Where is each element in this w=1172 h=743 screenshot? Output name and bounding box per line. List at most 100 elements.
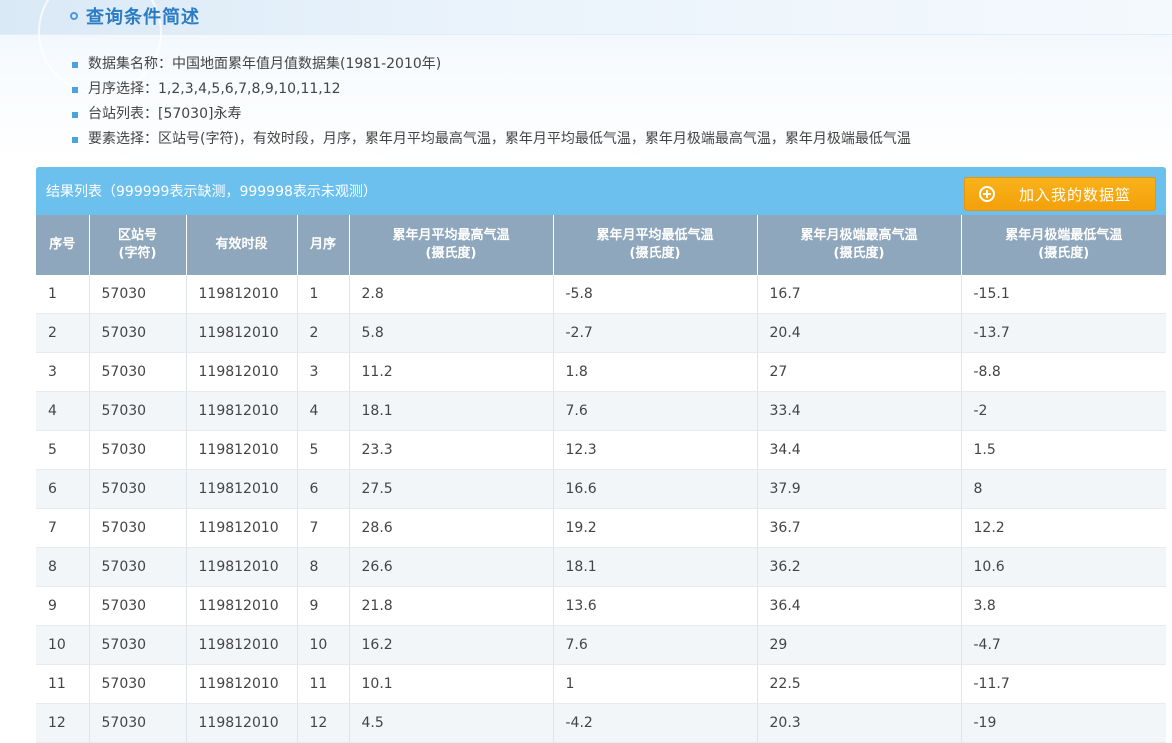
criteria-item-elements: 要素选择：区站号(字符)，有效时段，月序，累年月平均最高气温，累年月平均最低气温… <box>72 127 911 152</box>
table-cell: -8.8 <box>961 352 1166 392</box>
table-cell: 12.3 <box>553 430 758 470</box>
table-cell: 12 <box>297 703 350 743</box>
table-cell: 16.2 <box>349 625 554 665</box>
table-cell: 23.3 <box>349 430 554 470</box>
table-cell: 57030 <box>89 508 187 548</box>
table-cell: 119812010 <box>186 275 298 314</box>
table-cell: 10 <box>36 625 90 665</box>
table-cell: 10.6 <box>961 547 1166 587</box>
table-cell: 2 <box>297 313 350 353</box>
column-header-extreme-max-temp[interactable]: 累年月极端最高气温 (摄氏度) <box>757 215 962 275</box>
table-cell: 119812010 <box>186 313 298 353</box>
table-cell: 119812010 <box>186 547 298 587</box>
table-cell: 2 <box>36 313 90 353</box>
table-row: 2 57030 119812010 2 5.8 -2.7 20.4 -13.7 <box>36 313 1166 353</box>
table-cell: 7 <box>297 508 350 548</box>
result-title: 结果列表（999999表示缺测，999998表示未观测） <box>46 184 377 200</box>
table-row: 4 57030 119812010 4 18.1 7.6 33.4 -2 <box>36 391 1166 431</box>
table-cell: 10 <box>297 625 350 665</box>
table-cell: 21.8 <box>349 586 554 626</box>
table-cell: -11.7 <box>961 664 1166 704</box>
column-header-period[interactable]: 有效时段 <box>186 215 298 275</box>
table-cell: 2.8 <box>349 275 554 314</box>
table-cell: 57030 <box>89 275 187 314</box>
table-cell: 20.3 <box>757 703 962 743</box>
table-cell: 8 <box>961 469 1166 509</box>
table-cell: 22.5 <box>757 664 962 704</box>
table-cell: 8 <box>297 547 350 587</box>
column-header-extreme-min-temp[interactable]: 累年月极端最低气温 (摄氏度) <box>961 215 1166 275</box>
table-cell: 57030 <box>89 469 187 509</box>
square-bullet-icon <box>72 111 78 118</box>
table-cell: 1 <box>553 664 758 704</box>
table-cell: 3.8 <box>961 586 1166 626</box>
table-row: 11 57030 119812010 11 10.1 1 22.5 -11.7 <box>36 664 1166 704</box>
table-row: 5 57030 119812010 5 23.3 12.3 34.4 1.5 <box>36 430 1166 470</box>
table-cell: 57030 <box>89 586 187 626</box>
result-panel: 结果列表（999999表示缺测，999998表示未观测） 加入我的数据篮 序号 … <box>36 167 1166 743</box>
table-header-row: 序号 区站号 (字符) 有效时段 月序 累年月平均最高气温 (摄氏度) 累年月平均最… <box>36 215 1166 275</box>
table-row: 1 57030 119812010 1 2.8 -5.8 16.7 -15.1 <box>36 275 1166 314</box>
table-cell: 11 <box>36 664 90 704</box>
table-cell: 119812010 <box>186 508 298 548</box>
table-cell: 119812010 <box>186 430 298 470</box>
column-header-station[interactable]: 区站号 (字符) <box>89 215 187 275</box>
table-cell: 6 <box>297 469 350 509</box>
table-cell: 34.4 <box>757 430 962 470</box>
table-cell: 18.1 <box>349 391 554 431</box>
table-row: 6 57030 119812010 6 27.5 16.6 37.9 8 <box>36 469 1166 509</box>
table-row: 12 57030 119812010 12 4.5 -4.2 20.3 -19 <box>36 703 1166 743</box>
result-table: 序号 区站号 (字符) 有效时段 月序 累年月平均最高气温 (摄氏度) 累年月平均最… <box>36 215 1166 743</box>
table-row: 8 57030 119812010 8 26.6 18.1 36.2 10.6 <box>36 547 1166 587</box>
table-cell: 28.6 <box>349 508 554 548</box>
table-cell: 5.8 <box>349 313 554 353</box>
table-cell: 18.1 <box>553 547 758 587</box>
table-cell: 119812010 <box>186 586 298 626</box>
criteria-text: 数据集名称：中国地面累年值月值数据集(1981-2010年) <box>88 56 442 72</box>
query-summary-heading: 查询条件简述 <box>70 3 200 29</box>
criteria-item-dataset: 数据集名称：中国地面累年值月值数据集(1981-2010年) <box>72 52 911 77</box>
table-cell: -19 <box>961 703 1166 743</box>
table-cell: 20.4 <box>757 313 962 353</box>
table-cell: -2 <box>961 391 1166 431</box>
column-header-index[interactable]: 序号 <box>36 215 90 275</box>
table-cell: 57030 <box>89 547 187 587</box>
table-cell: 5 <box>297 430 350 470</box>
table-cell: 8 <box>36 547 90 587</box>
table-cell: 29 <box>757 625 962 665</box>
table-row: 7 57030 119812010 7 28.6 19.2 36.7 12.2 <box>36 508 1166 548</box>
table-cell: -15.1 <box>961 275 1166 314</box>
column-header-avg-min-temp[interactable]: 累年月平均最低气温 (摄氏度) <box>553 215 758 275</box>
table-cell: 7.6 <box>553 391 758 431</box>
table-cell: -4.7 <box>961 625 1166 665</box>
table-cell: 19.2 <box>553 508 758 548</box>
table-cell: -2.7 <box>553 313 758 353</box>
square-bullet-icon <box>72 86 78 93</box>
criteria-item-stations: 台站列表：[57030]永寿 <box>72 102 911 127</box>
table-row: 10 57030 119812010 10 16.2 7.6 29 -4.7 <box>36 625 1166 665</box>
table-cell: 7 <box>36 508 90 548</box>
table-cell: -4.2 <box>553 703 758 743</box>
criteria-item-months: 月序选择：1,2,3,4,5,6,7,8,9,10,11,12 <box>72 77 911 102</box>
table-cell: 16.6 <box>553 469 758 509</box>
table-cell: 3 <box>36 352 90 392</box>
table-cell: 37.9 <box>757 469 962 509</box>
table-cell: 4 <box>36 391 90 431</box>
table-row: 3 57030 119812010 3 11.2 1.8 27 -8.8 <box>36 352 1166 392</box>
table-cell: 4.5 <box>349 703 554 743</box>
add-to-data-basket-button[interactable]: 加入我的数据篮 <box>964 177 1156 211</box>
table-cell: 36.2 <box>757 547 962 587</box>
square-bullet-icon <box>72 136 78 143</box>
table-cell: 27 <box>757 352 962 392</box>
table-cell: 36.7 <box>757 508 962 548</box>
table-cell: 10.1 <box>349 664 554 704</box>
query-criteria-list: 数据集名称：中国地面累年值月值数据集(1981-2010年) 月序选择：1,2,… <box>72 52 911 152</box>
table-cell: 4 <box>297 391 350 431</box>
table-cell: 57030 <box>89 703 187 743</box>
column-header-avg-max-temp[interactable]: 累年月平均最高气温 (摄氏度) <box>349 215 554 275</box>
column-header-month[interactable]: 月序 <box>297 215 350 275</box>
table-body: 1 57030 119812010 1 2.8 -5.8 16.7 -15.1 2 57030 11… <box>36 275 1166 743</box>
table-cell: 26.6 <box>349 547 554 587</box>
criteria-text: 要素选择：区站号(字符)，有效时段，月序，累年月平均最高气温，累年月平均最低气温… <box>88 131 911 147</box>
table-cell: 119812010 <box>186 391 298 431</box>
